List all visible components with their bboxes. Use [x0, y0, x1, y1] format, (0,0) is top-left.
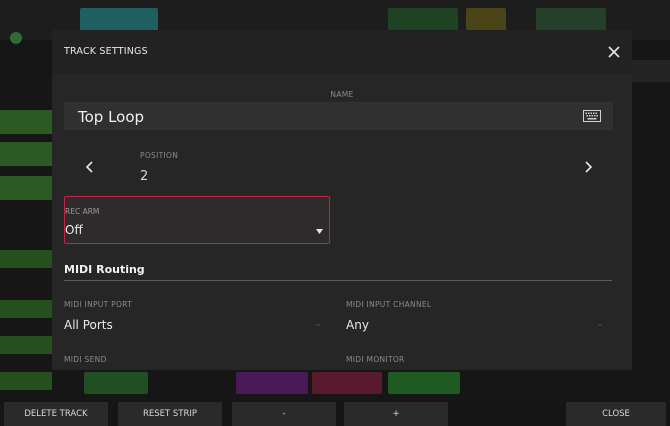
modal-header: TRACK SETTINGS: [52, 30, 632, 74]
midi-input-port-value: All Ports: [64, 318, 113, 332]
position-value: 2: [140, 169, 149, 184]
midi-input-channel-label: MIDI INPUT CHANNEL: [346, 300, 432, 309]
dropdown-indicator-icon: [598, 324, 602, 326]
chevron-left-icon[interactable]: [82, 159, 98, 175]
position-label: POSITION: [140, 151, 179, 160]
background-track-row: [0, 142, 52, 166]
midi-input-channel-select[interactable]: MIDI INPUT CHANNEL Any: [346, 300, 602, 340]
close-icon[interactable]: [604, 42, 624, 62]
midi-monitor-label: MIDI MONITOR: [346, 355, 405, 364]
background-track-row: [0, 110, 52, 134]
midi-input-port-label: MIDI INPUT PORT: [64, 300, 133, 309]
background-track-row: [0, 372, 52, 390]
bottom-bar: DELETE TRACK RESET STRIP - + CLOSE: [0, 400, 670, 426]
track-settings-modal: TRACK SETTINGS NAME Top Loop POSITION 2: [52, 30, 632, 370]
midi-send-label: MIDI SEND: [64, 355, 107, 364]
keyboard-icon[interactable]: [583, 110, 601, 122]
dropdown-indicator-icon: [316, 324, 320, 326]
rec-arm-select[interactable]: REC ARM Off: [64, 196, 330, 244]
plus-button[interactable]: +: [344, 402, 448, 426]
background-clip: [312, 372, 382, 394]
name-label: NAME: [330, 90, 354, 99]
background-clip: [388, 372, 460, 394]
minus-button[interactable]: -: [232, 402, 336, 426]
reset-strip-button[interactable]: RESET STRIP: [118, 402, 222, 426]
background-track-row: [0, 176, 52, 200]
midi-routing-heading: MIDI Routing: [64, 263, 145, 276]
chevron-right-icon[interactable]: [580, 159, 596, 175]
dropdown-arrow-icon: [316, 229, 323, 234]
background-clip: [84, 372, 148, 394]
background-right-panel: [630, 60, 670, 82]
close-button[interactable]: CLOSE: [566, 402, 666, 426]
modal-title: TRACK SETTINGS: [64, 46, 148, 57]
midi-input-channel-value: Any: [346, 318, 369, 332]
delete-track-button[interactable]: DELETE TRACK: [4, 402, 108, 426]
midi-input-port-select[interactable]: MIDI INPUT PORT All Ports: [64, 300, 320, 340]
rec-arm-label: REC ARM: [65, 207, 100, 216]
name-value: Top Loop: [78, 108, 145, 126]
background-track-row: [0, 336, 52, 354]
background-track-row: [0, 300, 52, 318]
rec-arm-value: Off: [65, 223, 83, 237]
section-divider: [64, 280, 612, 281]
background-status-dot: [10, 32, 22, 44]
name-field[interactable]: Top Loop: [64, 102, 613, 130]
background-clip: [236, 372, 308, 394]
background-track-row: [0, 250, 52, 268]
